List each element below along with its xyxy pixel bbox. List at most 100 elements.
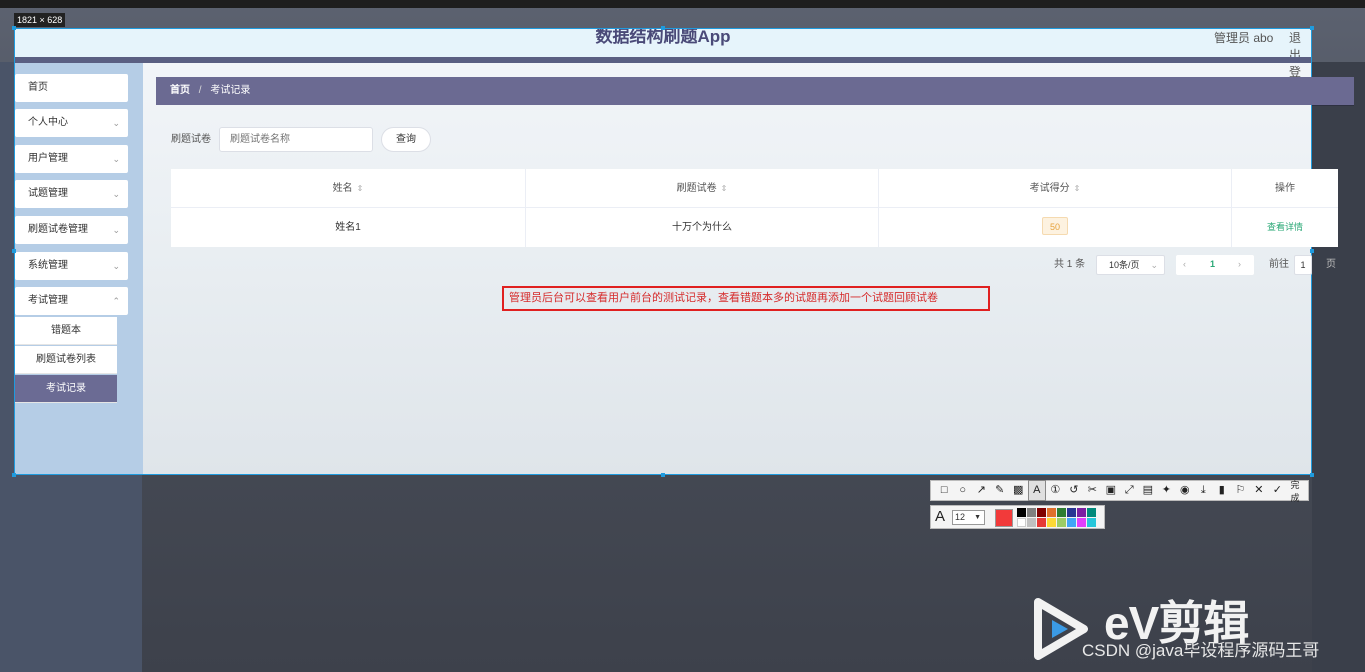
- mosaic-tool-icon[interactable]: ▩: [1009, 481, 1028, 500]
- selection-handle[interactable]: [661, 473, 665, 477]
- pagination-total: 共 1 条: [1054, 259, 1086, 270]
- dropdown-arrow-icon: ▼: [974, 514, 981, 521]
- selection-handle[interactable]: [12, 249, 16, 253]
- sidebar-item-paper-management[interactable]: 刷题试卷管理 ⌄: [15, 216, 128, 244]
- current-color-swatch[interactable]: [995, 509, 1013, 527]
- bookmark-icon[interactable]: ⚐: [1231, 481, 1250, 500]
- column-header-name[interactable]: 姓名 ⇕: [171, 169, 526, 208]
- capture-toolbar: □ ○ ↗ ✎ ▩ A ① ↺ ✂ ▣ ⤢ ▤ ✦ ◉ ⤓ ▮ ⚐ ✕ ✓ 完成: [930, 478, 1309, 504]
- column-header-action: 操作: [1275, 183, 1295, 194]
- chevron-down-icon: ⌄: [1150, 260, 1158, 270]
- text-tool-icon[interactable]: A: [1027, 480, 1047, 501]
- check-icon[interactable]: ✓: [1268, 481, 1287, 500]
- arrow-tool-icon[interactable]: ↗: [972, 481, 991, 500]
- close-icon[interactable]: ✕: [1250, 481, 1269, 500]
- next-page-icon[interactable]: ›: [1238, 255, 1241, 273]
- selection-handle[interactable]: [12, 26, 16, 30]
- table-header: 姓名 ⇕ 刷题试卷 ⇕ 考试得分 ⇕ 操作: [171, 169, 1338, 208]
- selection-handle[interactable]: [1310, 473, 1314, 477]
- sidebar-item-home[interactable]: 首页: [15, 74, 128, 102]
- chevron-down-icon: ⌄: [112, 261, 120, 271]
- page-size-select[interactable]: 10条/页 ⌄: [1096, 255, 1165, 275]
- color-swatch[interactable]: [1087, 518, 1096, 527]
- color-swatch[interactable]: [1027, 518, 1036, 527]
- color-swatch[interactable]: [1037, 508, 1046, 517]
- column-header-paper[interactable]: 刷题试卷 ⇕: [526, 169, 879, 208]
- font-size-select[interactable]: 12 ▼: [952, 510, 985, 525]
- download-icon[interactable]: ⤓: [1194, 481, 1213, 500]
- undo-icon[interactable]: ↺: [1065, 481, 1084, 500]
- sort-icon[interactable]: ⇕: [1074, 184, 1081, 193]
- cell-score: 50: [879, 208, 1232, 247]
- sidebar-subitem-paper-list[interactable]: 刷题试卷列表: [15, 346, 117, 374]
- selection-handle[interactable]: [1310, 26, 1314, 30]
- chevron-down-icon: ⌄: [112, 154, 120, 164]
- search-label: 刷题试卷: [171, 134, 211, 145]
- current-page-number[interactable]: 1: [1210, 255, 1215, 273]
- annotation-text-box[interactable]: 管理员后台可以查看用户前台的测试记录，查看错题本多的试题再添加一个试题回顾试卷: [502, 286, 990, 311]
- sort-icon[interactable]: ⇕: [357, 184, 364, 193]
- color-swatch[interactable]: [1017, 518, 1026, 527]
- breadcrumb-home[interactable]: 首页: [170, 85, 190, 96]
- rectangle-tool-icon[interactable]: □: [935, 481, 954, 500]
- selection-handle[interactable]: [12, 473, 16, 477]
- chevron-up-icon: ⌃: [112, 296, 120, 306]
- goto-page-input[interactable]: 1: [1294, 255, 1312, 275]
- prev-page-icon[interactable]: ‹: [1183, 255, 1186, 273]
- color-swatch[interactable]: [1027, 508, 1036, 517]
- sidebar: 首页 个人中心 ⌄ 用户管理 ⌄ 试题管理 ⌄ 刷题试卷管理 ⌄ 系统管理 ⌄ …: [15, 63, 143, 474]
- sidebar-item-personal-center[interactable]: 个人中心 ⌄: [15, 109, 128, 137]
- sidebar-item-question-management[interactable]: 试题管理 ⌄: [15, 180, 128, 208]
- view-details-link[interactable]: 查看详情: [1267, 222, 1303, 232]
- color-swatch[interactable]: [1067, 518, 1076, 527]
- csdn-watermark: CSDN @java毕设程序源码王哥: [1082, 641, 1320, 660]
- page-nav: ‹ 1 ›: [1176, 255, 1254, 275]
- ellipse-tool-icon[interactable]: ○: [954, 481, 973, 500]
- score-badge: 50: [1041, 217, 1068, 235]
- color-swatch[interactable]: [1077, 508, 1086, 517]
- color-swatch[interactable]: [1057, 508, 1066, 517]
- chevron-down-icon: ⌄: [112, 189, 120, 199]
- sidebar-item-system-management[interactable]: 系统管理 ⌄: [15, 252, 128, 280]
- chevron-down-icon: ⌄: [112, 118, 120, 128]
- long-screenshot-icon[interactable]: ▤: [1139, 481, 1158, 500]
- selection-dimensions-label: 1821 × 628: [14, 13, 66, 27]
- sidebar-item-label: 试题管理: [28, 188, 68, 199]
- color-swatch[interactable]: [1087, 508, 1096, 517]
- sidebar-item-label: 首页: [28, 82, 48, 93]
- header-bar: [15, 57, 1311, 63]
- pin-icon[interactable]: ✦: [1157, 481, 1176, 500]
- paper-name-search-input[interactable]: [219, 127, 373, 152]
- column-header-score[interactable]: 考试得分 ⇕: [879, 169, 1232, 208]
- color-swatch[interactable]: [1077, 518, 1086, 527]
- sidebar-item-exam-management[interactable]: 考试管理 ⌃: [15, 287, 128, 315]
- window-top-strip: [0, 0, 1365, 8]
- selection-handle[interactable]: [661, 26, 665, 30]
- table-row: 姓名1 十万个为什么 50 查看详情: [171, 208, 1338, 247]
- color-swatch[interactable]: [1057, 518, 1066, 527]
- sidebar-item-label: 刷题试卷管理: [28, 224, 88, 235]
- sidebar-item-label: 系统管理: [28, 260, 68, 271]
- sidebar-subitem-wrong-book[interactable]: 错题本: [15, 317, 117, 345]
- eraser-icon[interactable]: ✂: [1083, 481, 1102, 500]
- sidebar-item-user-management[interactable]: 用户管理 ⌄: [15, 145, 128, 173]
- done-button[interactable]: 完成: [1291, 478, 1309, 504]
- record-icon[interactable]: ◉: [1176, 481, 1195, 500]
- sidebar-subitem-exam-records[interactable]: 考试记录: [15, 375, 117, 403]
- color-swatch[interactable]: [1047, 508, 1056, 517]
- app-title: 数据结构刷题App: [595, 28, 731, 46]
- ocr-icon[interactable]: ▣: [1102, 481, 1121, 500]
- number-tool-icon[interactable]: ①: [1046, 481, 1065, 500]
- color-swatch[interactable]: [1047, 518, 1056, 527]
- selection-handle[interactable]: [1310, 249, 1314, 253]
- save-icon[interactable]: ▮: [1213, 481, 1232, 500]
- color-swatch[interactable]: [1067, 508, 1076, 517]
- admin-user-label: 管理员 abo: [1214, 31, 1274, 45]
- color-swatch[interactable]: [1037, 518, 1046, 527]
- app-header: 数据结构刷题App 管理员 abo 退出登录: [15, 28, 1311, 96]
- search-button[interactable]: 查询: [381, 127, 431, 152]
- pen-tool-icon[interactable]: ✎: [991, 481, 1010, 500]
- fullscreen-icon[interactable]: ⤢: [1120, 481, 1139, 500]
- sort-icon[interactable]: ⇕: [721, 184, 728, 193]
- color-swatch[interactable]: [1017, 508, 1026, 517]
